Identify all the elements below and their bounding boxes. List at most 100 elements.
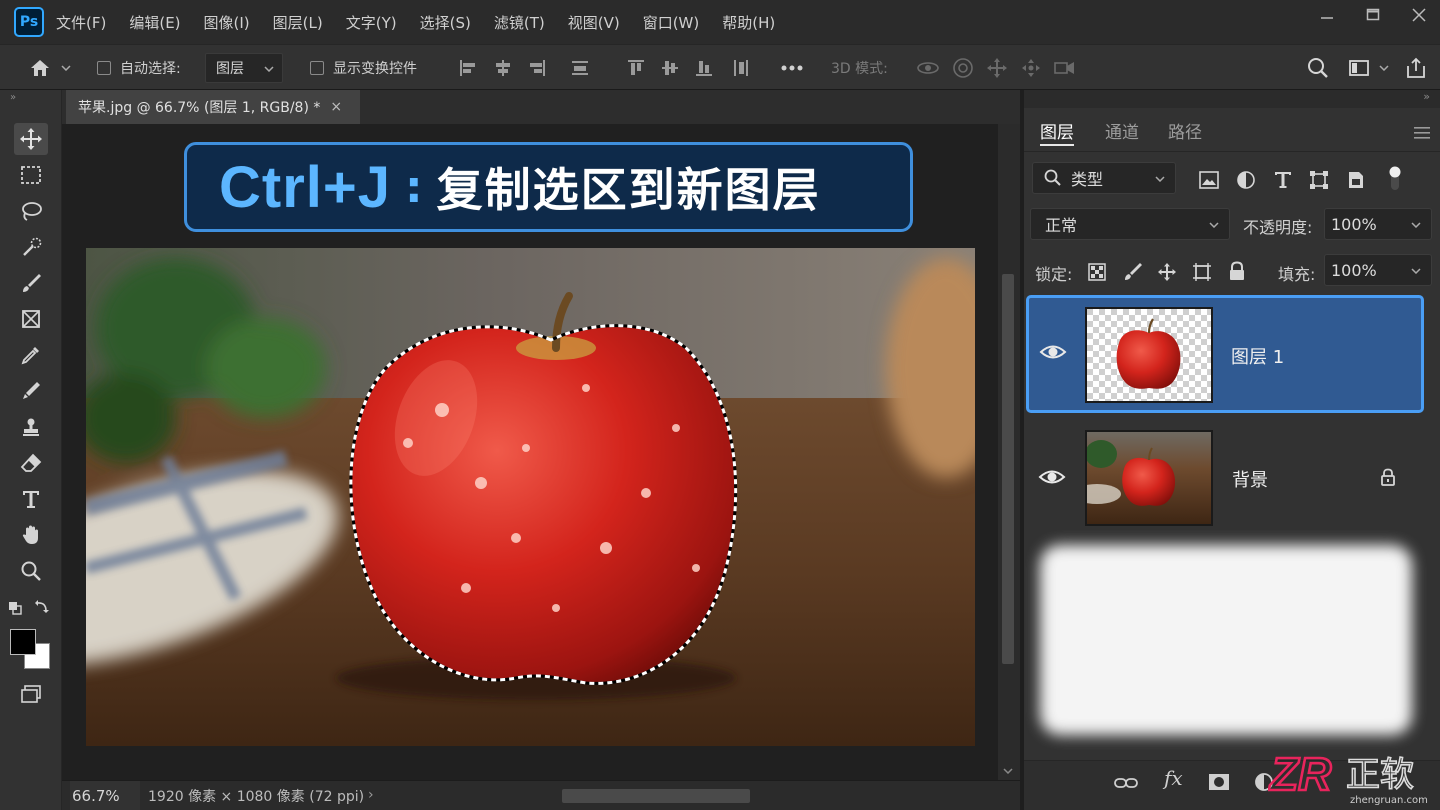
align-left-button[interactable] xyxy=(456,56,480,80)
lasso-tool[interactable] xyxy=(14,195,48,227)
link-layers-button[interactable] xyxy=(1114,775,1138,794)
distribute-button[interactable] xyxy=(568,56,592,80)
maximize-button[interactable] xyxy=(1352,0,1394,30)
type-tool[interactable] xyxy=(14,483,48,515)
document-canvas-image[interactable] xyxy=(86,248,975,746)
menu-layer[interactable]: 图层(L) xyxy=(273,12,323,33)
menu-image[interactable]: 图像(I) xyxy=(204,12,250,33)
blend-mode-dropdown[interactable]: 正常 xyxy=(1030,208,1230,240)
layer1-name[interactable]: 图层 1 xyxy=(1231,343,1284,369)
brush-tool-alt[interactable] xyxy=(14,267,48,299)
layer-lock-icon[interactable] xyxy=(1380,468,1396,486)
distribute-vertical-icon xyxy=(734,60,748,76)
eyedropper-tool[interactable] xyxy=(14,339,48,371)
swap-colors-button[interactable] xyxy=(34,599,50,615)
zoom-level[interactable]: 66.7% xyxy=(70,781,140,810)
menu-select[interactable]: 选择(S) xyxy=(420,12,471,33)
3d-pan-button[interactable] xyxy=(985,56,1009,80)
eraser-tool[interactable] xyxy=(14,447,48,479)
tab-layers[interactable]: 图层 xyxy=(1040,108,1074,152)
close-tab-icon[interactable]: × xyxy=(330,99,342,115)
filter-pixel-layers[interactable] xyxy=(1197,168,1221,192)
layer-row-background[interactable]: 背景 xyxy=(1024,420,1424,538)
status-menu-arrow[interactable]: › xyxy=(368,787,374,803)
menu-type[interactable]: 文字(Y) xyxy=(346,12,397,33)
vertical-scroll-thumb[interactable] xyxy=(1002,274,1014,664)
default-colors-button[interactable] xyxy=(8,600,24,615)
more-options-button[interactable] xyxy=(780,56,804,80)
align-top-button[interactable] xyxy=(624,56,648,80)
opacity-input[interactable]: 100% xyxy=(1324,208,1432,240)
move-tool[interactable] xyxy=(14,123,48,155)
menu-window[interactable]: 窗口(W) xyxy=(643,12,700,33)
align-bottom-button[interactable] xyxy=(692,56,716,80)
search-button[interactable] xyxy=(1306,56,1330,80)
align-vertical-center-button[interactable] xyxy=(658,56,682,80)
filter-smart-objects[interactable] xyxy=(1344,168,1368,192)
align-right-button[interactable] xyxy=(525,56,549,80)
tool-preset-dropdown[interactable] xyxy=(58,56,74,80)
3d-scale-button[interactable] xyxy=(1053,56,1077,80)
document-info: 1920 像素 × 1080 像素 (72 ppi) xyxy=(148,789,365,805)
home-button[interactable] xyxy=(28,56,52,80)
distribute-vertical-button[interactable] xyxy=(729,56,753,80)
menu-file[interactable]: 文件(F) xyxy=(56,12,106,33)
lock-artboard[interactable] xyxy=(1190,260,1214,284)
hand-tool[interactable] xyxy=(14,519,48,551)
fill-input[interactable]: 100% xyxy=(1324,254,1432,286)
minimize-button[interactable] xyxy=(1306,0,1348,30)
brush-tool[interactable] xyxy=(14,375,48,407)
eye-icon[interactable] xyxy=(1038,467,1066,487)
share-button[interactable] xyxy=(1404,56,1428,80)
toolbar-collapse-icon[interactable]: » xyxy=(10,92,16,103)
background-layer-name[interactable]: 背景 xyxy=(1232,466,1268,492)
menu-edit[interactable]: 编辑(E) xyxy=(129,12,180,33)
filter-toggle-switch[interactable] xyxy=(1388,164,1402,192)
eye-icon[interactable] xyxy=(1039,342,1067,362)
foreground-color-swatch[interactable] xyxy=(10,629,36,655)
close-window-button[interactable] xyxy=(1398,0,1440,30)
filter-kind-dropdown[interactable]: 类型 xyxy=(1032,162,1176,194)
workspace-button[interactable] xyxy=(1347,56,1371,80)
lock-transparent-pixels[interactable] xyxy=(1085,260,1109,284)
filter-type-layers[interactable] xyxy=(1271,168,1295,192)
menu-help[interactable]: 帮助(H) xyxy=(722,12,775,33)
lock-all[interactable] xyxy=(1225,259,1249,283)
scroll-down-icon[interactable] xyxy=(1003,768,1013,774)
horizontal-scroll-thumb[interactable] xyxy=(562,789,750,803)
align-vcenter-icon xyxy=(662,61,678,75)
vertical-scrollbar[interactable] xyxy=(998,124,1020,780)
show-transform-checkbox[interactable]: 显示变换控件 xyxy=(310,45,417,91)
filter-shape-layers[interactable] xyxy=(1307,168,1331,192)
document-tab[interactable]: 苹果.jpg @ 66.7% (图层 1, RGB/8) * × xyxy=(66,90,360,124)
zoom-tool[interactable] xyxy=(14,555,48,587)
align-horizontal-center-button[interactable] xyxy=(491,56,515,80)
panel-collapse-icon[interactable]: » xyxy=(1423,90,1430,103)
lock-position[interactable] xyxy=(1155,260,1179,284)
layer-row-layer1[interactable]: 图层 1 xyxy=(1026,295,1424,413)
screen-mode-button[interactable] xyxy=(14,678,48,710)
lock-image-pixels[interactable] xyxy=(1121,260,1145,284)
frame-tool[interactable] xyxy=(14,303,48,335)
filter-adjustment-layers[interactable] xyxy=(1234,168,1258,192)
menu-view[interactable]: 视图(V) xyxy=(568,12,620,33)
3d-slide-icon xyxy=(1022,59,1040,77)
marquee-tool[interactable] xyxy=(14,159,48,191)
tab-paths[interactable]: 路径 xyxy=(1168,108,1202,152)
3d-orbit-button[interactable] xyxy=(916,56,940,80)
workspace-dropdown[interactable] xyxy=(1376,56,1392,80)
auto-select-checkbox[interactable]: 自动选择: xyxy=(97,45,181,91)
quick-selection-tool[interactable] xyxy=(14,231,48,263)
add-layer-style-button[interactable]: fx xyxy=(1164,766,1183,790)
layer1-thumbnail-image xyxy=(1087,309,1211,401)
align-hcenter-icon xyxy=(496,60,510,76)
tab-channels[interactable]: 通道 xyxy=(1105,108,1139,152)
add-mask-button[interactable] xyxy=(1208,773,1230,795)
panel-menu-button[interactable] xyxy=(1414,124,1430,143)
3d-roll-button[interactable] xyxy=(951,56,975,80)
menu-filter[interactable]: 滤镜(T) xyxy=(494,12,545,33)
3d-slide-button[interactable] xyxy=(1019,56,1043,80)
auto-select-target-dropdown[interactable]: 图层 xyxy=(205,53,283,83)
menu-bar: Ps 文件(F) 编辑(E) 图像(I) 图层(L) 文字(Y) 选择(S) 滤… xyxy=(0,0,1440,44)
clone-stamp-tool[interactable] xyxy=(14,411,48,443)
